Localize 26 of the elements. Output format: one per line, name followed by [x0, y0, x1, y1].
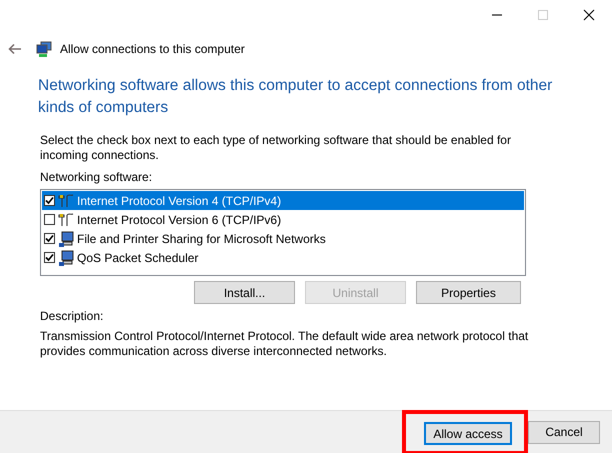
- network-computers-icon: [36, 40, 52, 56]
- page-heading: Networking software allows this computer to accept connections from other kinds of computers: [38, 76, 554, 118]
- list-item[interactable]: Internet Protocol Version 4 (TCP/IPv4): [42, 191, 524, 210]
- checkbox[interactable]: [44, 233, 55, 244]
- computer-icon: [58, 250, 74, 266]
- maximize-icon: [537, 9, 549, 21]
- allow-access-button[interactable]: Allow access: [424, 422, 512, 445]
- window-title: Allow connections to this computer: [60, 40, 245, 58]
- description-text: Transmission Control Protocol/Internet Protocol. The default wide area network protocol that provides communication across diverse interconnected networks.: [40, 329, 530, 359]
- cancel-button[interactable]: Cancel: [528, 420, 600, 444]
- list-item[interactable]: Internet Protocol Version 6 (TCP/IPv6): [42, 210, 524, 229]
- list-item[interactable]: QoS Packet Scheduler: [42, 248, 524, 267]
- close-icon: [583, 9, 595, 21]
- instruction-text: Select the check box next to each type of networking software that should be enabled for incoming connections.: [40, 133, 512, 163]
- action-button[interactable]: Properties: [416, 281, 521, 304]
- checkbox[interactable]: [44, 195, 55, 206]
- back-arrow-icon[interactable]: [8, 42, 22, 54]
- cable-plug-icon: [58, 192, 74, 208]
- list-label: Networking software:: [40, 170, 154, 185]
- description-label: Description:: [40, 309, 104, 324]
- checkbox[interactable]: [44, 214, 55, 225]
- cable-plug-icon: [58, 212, 74, 228]
- action-button[interactable]: Install...: [194, 281, 295, 304]
- list-item[interactable]: File and Printer Sharing for Microsoft Networks: [42, 229, 524, 248]
- computer-icon: [58, 230, 74, 246]
- checkbox[interactable]: [44, 252, 55, 263]
